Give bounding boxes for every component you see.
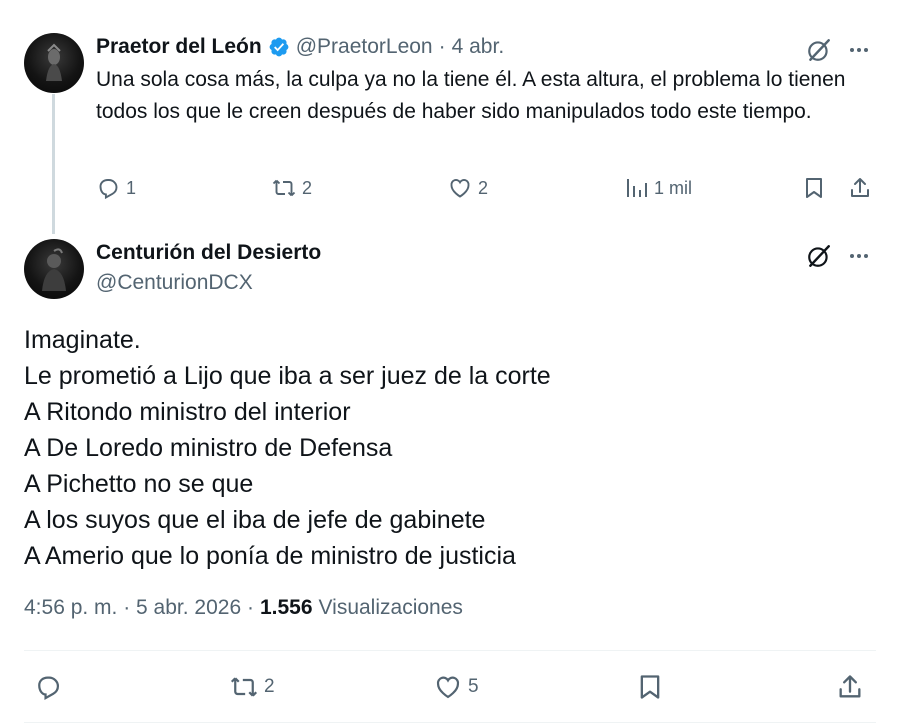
more-icon[interactable] [843, 34, 875, 66]
verified-badge-icon[interactable] [268, 36, 290, 58]
share-button[interactable] [848, 176, 872, 200]
reply-button[interactable] [34, 673, 62, 701]
like-button[interactable]: 2 [448, 176, 488, 200]
tweet-timestamp-row: 4:56 p. m. · 5 abr. 2026 · 1.556 Visuali… [24, 596, 463, 620]
like-button[interactable]: 5 [434, 673, 479, 701]
views-label[interactable]: Visualizaciones [319, 596, 463, 620]
reply-icon [99, 179, 118, 200]
repost-button[interactable]: 2 [230, 673, 275, 701]
repost-count: 2 [302, 177, 313, 198]
reply-icon [38, 676, 60, 700]
views-count: 1.556 [259, 596, 313, 619]
share-icon [851, 178, 869, 197]
grok-icon[interactable] [803, 34, 835, 66]
more-icon[interactable] [843, 240, 875, 272]
heart-icon [436, 676, 460, 699]
share-button[interactable] [836, 673, 864, 701]
tweet-line: A Pichetto no se que [24, 470, 254, 498]
tweet-timestamp[interactable]: 4:56 p. m. · 5 abr. 2026 · [24, 596, 254, 620]
tweet-line: Le prometió a Lijo que iba a ser juez de… [24, 362, 551, 390]
divider [24, 722, 876, 723]
avatar-image [46, 43, 62, 81]
reply-tweet-text: Una sola cosa más, la culpa ya no la tie… [96, 68, 846, 123]
separator-dot: · [438, 35, 446, 58]
reply-author-name[interactable]: Praetor del León [96, 35, 262, 59]
repost-icon [230, 677, 258, 697]
reply-date[interactable]: 4 abr. [452, 35, 505, 59]
tweet-line: A De Loredo ministro de Defensa [24, 434, 393, 462]
views-button[interactable]: 1 mil [624, 176, 692, 200]
main-author-handle[interactable]: @CenturionDCX [96, 271, 253, 295]
heart-icon [450, 179, 470, 198]
bookmark-button[interactable] [636, 673, 664, 701]
reply-count: 1 [126, 177, 137, 198]
reply-author-handle[interactable]: @PraetorLeon [296, 35, 433, 59]
analytics-icon [627, 179, 647, 197]
divider [24, 650, 876, 651]
like-count: 5 [468, 676, 479, 697]
share-icon [839, 675, 861, 698]
bookmark-button[interactable] [802, 176, 826, 200]
reply-button[interactable]: 1 [96, 176, 136, 200]
tweet-line: A Ritondo ministro del interior [24, 398, 351, 426]
bookmark-icon [806, 178, 822, 198]
repost-button[interactable]: 2 [272, 176, 312, 200]
avatar-centurion[interactable] [24, 239, 84, 299]
reply-tweet-header: Praetor del León @PraetorLeon · 4 abr. [96, 35, 504, 59]
bookmark-icon [640, 675, 660, 699]
tweet-line: A los suyos que el iba de jefe de gabine… [24, 506, 486, 534]
main-tweet-text: Imaginate. Le prometió a Lijo que iba a … [24, 322, 551, 574]
repost-count: 2 [264, 676, 275, 697]
avatar-praetor[interactable] [24, 33, 84, 93]
reply-tweet-actions: 1 2 2 1 mil [96, 172, 886, 208]
views-count: 1 mil [654, 177, 693, 198]
tweet-line: A Amerio que lo ponía de ministro de jus… [24, 542, 516, 570]
repost-icon [272, 179, 296, 197]
thread-connector-line [52, 94, 55, 234]
main-author-name[interactable]: Centurión del Desierto [96, 241, 321, 265]
main-tweet-actions: 2 5 [24, 665, 876, 709]
like-count: 2 [478, 177, 489, 198]
tweet-line: Imaginate. [24, 326, 141, 354]
grok-icon[interactable] [803, 240, 835, 272]
avatar-image [42, 248, 66, 291]
